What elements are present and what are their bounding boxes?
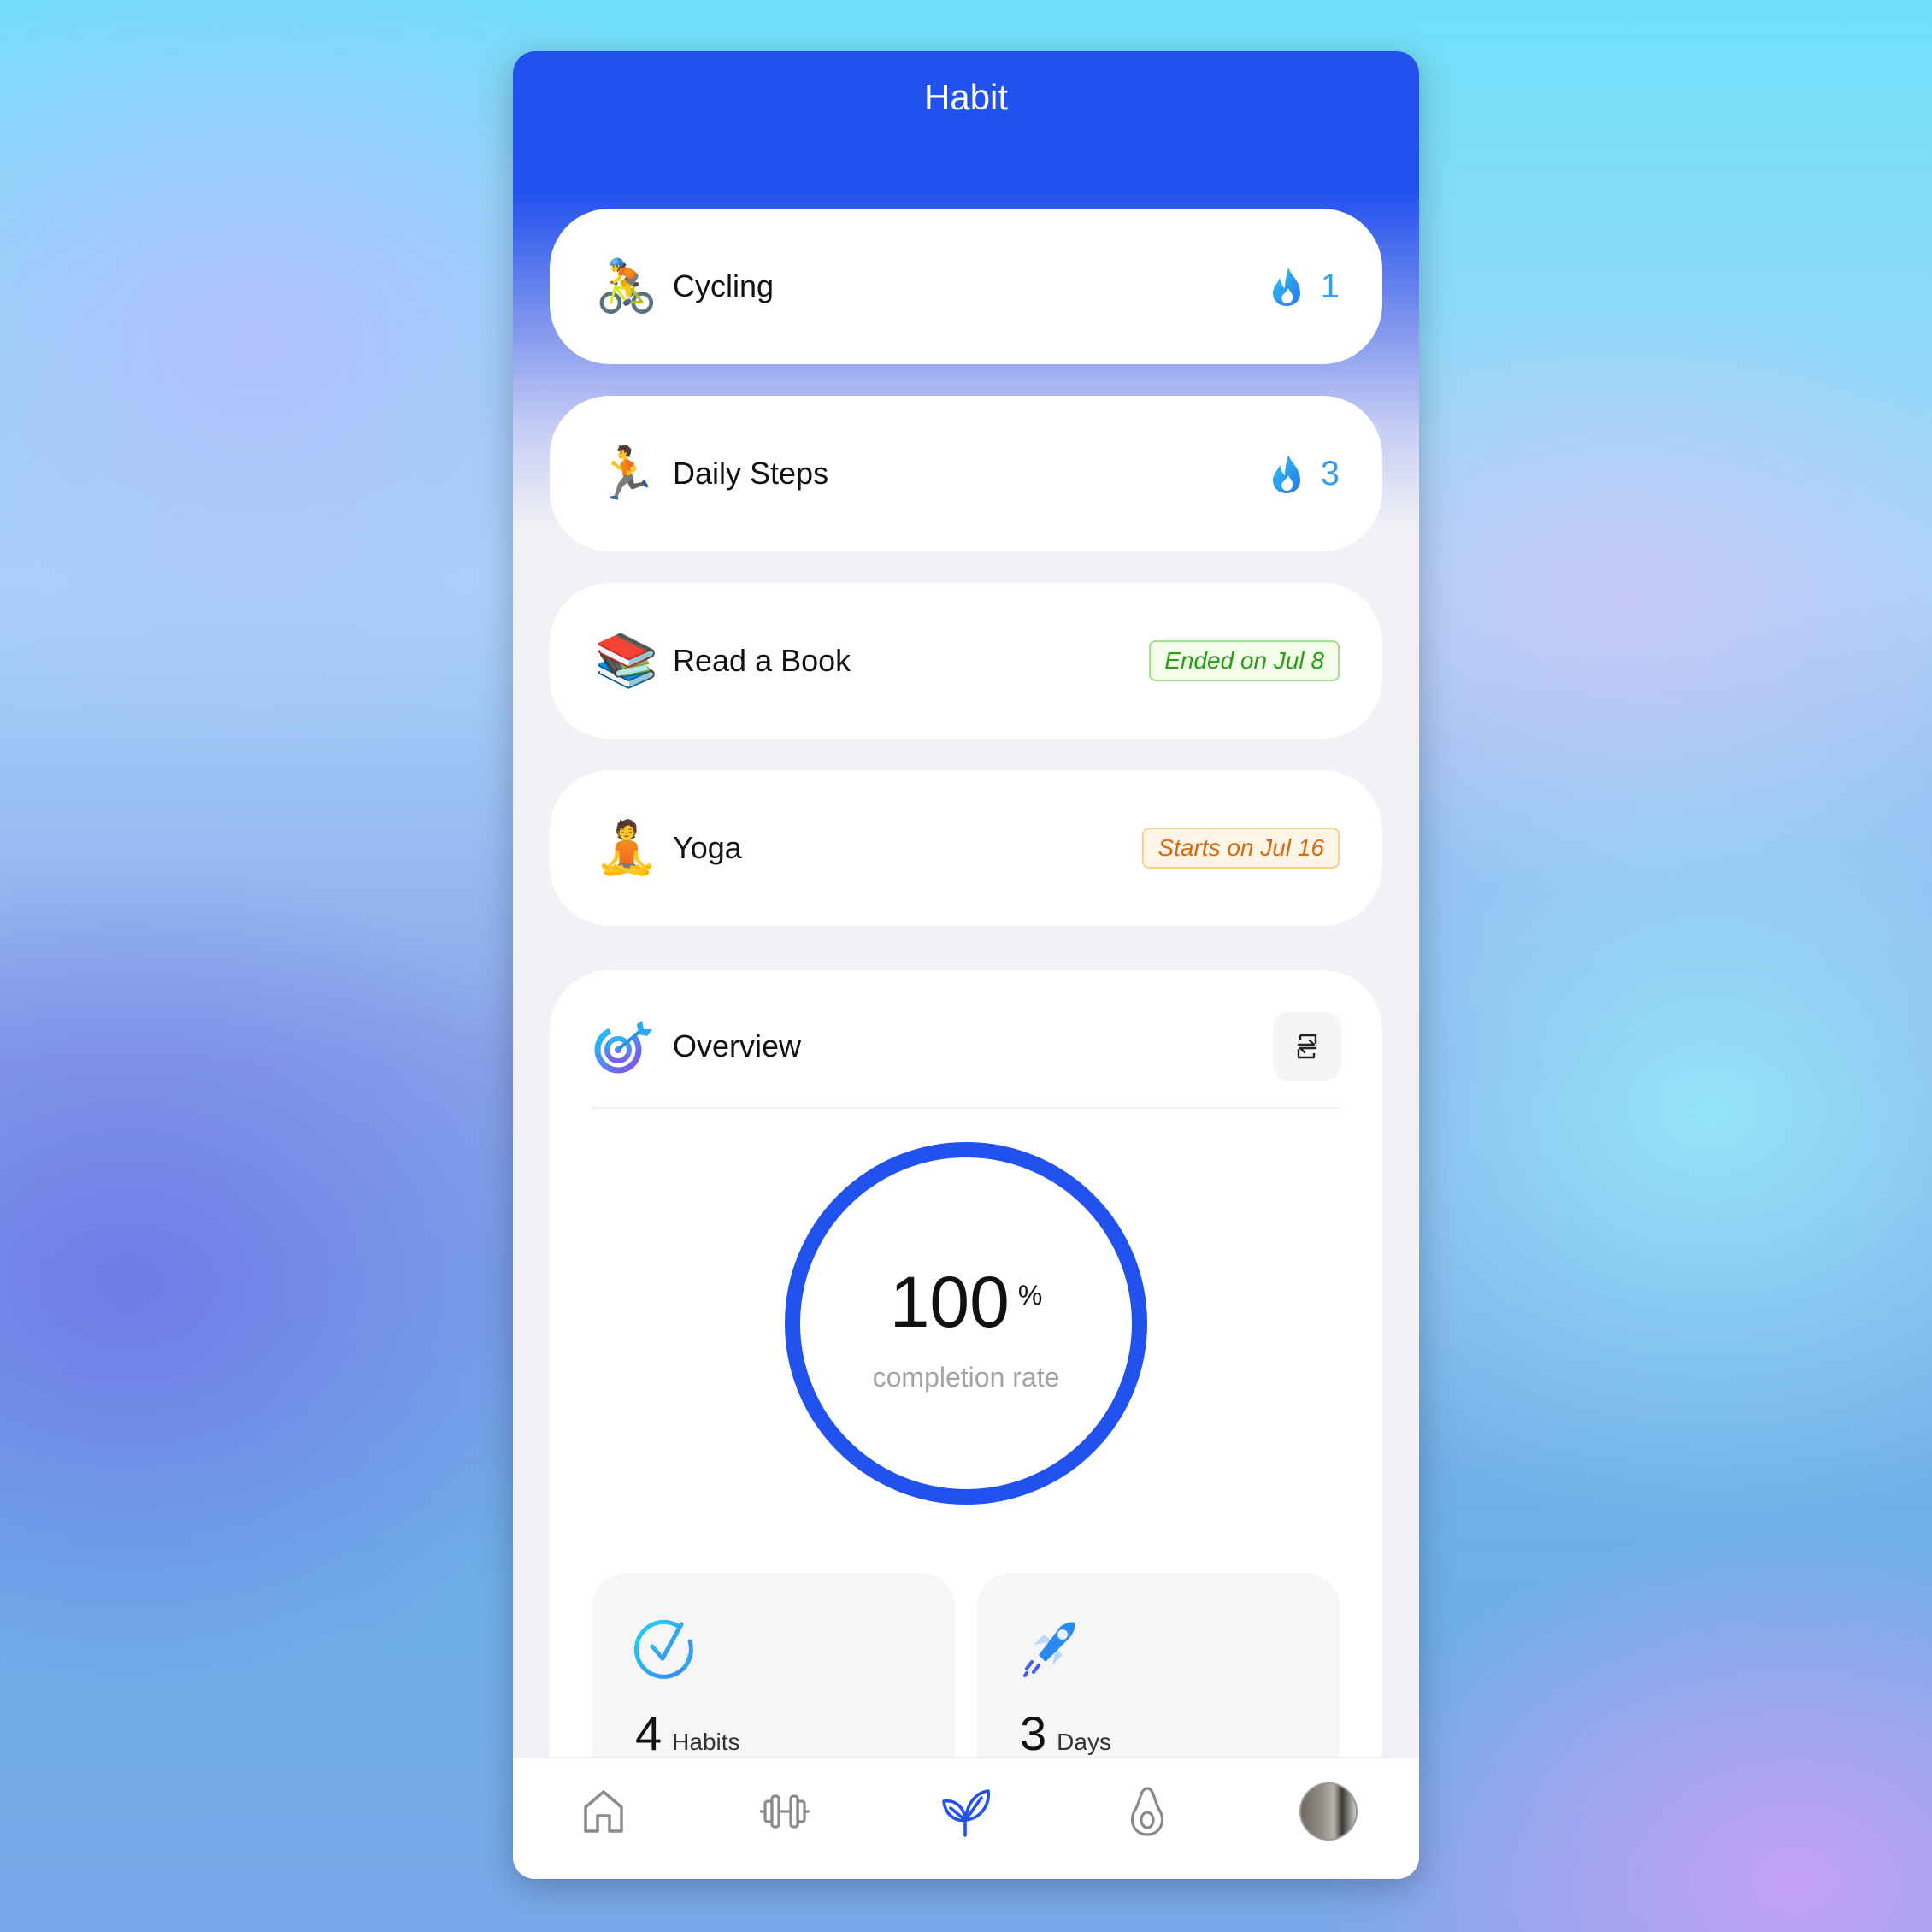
running-icon: 🏃 [594,445,659,502]
habit-name: Daily Steps [673,456,829,491]
habit-card-daily-steps[interactable]: 🏃 Daily Steps 3 [550,396,1382,551]
status-badge-upcoming: Starts on Jul 16 [1142,828,1340,869]
swap-button[interactable] [1273,1012,1341,1081]
status-badge-ended: Ended on Jul 8 [1149,640,1340,681]
yoga-icon: 🧘 [594,819,659,876]
habit-card-yoga[interactable]: 🧘 Yoga Starts on Jul 16 [550,770,1382,926]
stat-value: 4 [635,1706,663,1760]
overview-card: Overview 100% completion rate 4 Habits 3… [550,970,1382,1879]
swap-icon [1297,1034,1317,1059]
habit-name: Yoga [673,830,742,865]
nav-item-habit[interactable] [915,1769,1017,1854]
streak-count: 3 [1320,454,1340,492]
home-icon [584,1790,623,1833]
phone-screen: Habit 🚴 Cycling 1 🏃 Daily Steps 3 📚 Read… [513,51,1419,1879]
overview-header: Overview [592,1011,1341,1081]
completion-value: 100% [784,1261,1148,1344]
stat-line: 4 Habits [635,1705,740,1761]
completion-label: completion rate [872,1362,1060,1393]
completion-unit: % [1017,1280,1043,1311]
nav-item-profile[interactable] [1277,1769,1380,1854]
habit-card-read-a-book[interactable]: 📚 Read a Book Ended on Jul 8 [550,583,1382,739]
completion-ring: 100% completion rate [784,1141,1148,1505]
streak-indicator: 3 [1269,453,1340,494]
check-circle-icon [633,1619,693,1679]
streak-indicator: 1 [1269,266,1340,307]
avocado-icon [1130,1787,1164,1836]
habit-card-cycling[interactable]: 🚴 Cycling 1 [550,209,1382,364]
divider [592,1107,1341,1109]
flame-icon [1272,268,1300,306]
page-title: Habit [923,77,1009,117]
stat-line: 3 Days [1020,1705,1111,1761]
flame-icon [1272,455,1300,493]
nav-item-home[interactable] [552,1769,655,1854]
avatar [1299,1782,1358,1841]
dumbbell-icon [760,1794,810,1829]
stat-unit: Habits [672,1729,740,1755]
stat-unit: Days [1057,1729,1111,1755]
streak-count: 1 [1320,267,1340,305]
overview-title: Overview [673,1028,802,1063]
rocket-icon [1023,1622,1075,1677]
nav-item-workout[interactable] [733,1769,836,1854]
target-icon [594,1021,652,1074]
nav-item-nutrition[interactable] [1096,1769,1199,1854]
stat-value: 3 [1020,1706,1047,1760]
completion-number: 100 [889,1262,1010,1342]
habit-name: Cycling [673,268,775,303]
books-icon: 📚 [594,632,659,689]
bottom-nav [513,1757,1419,1879]
cycling-icon: 🚴 [594,257,659,315]
habit-name: Read a Book [673,643,851,678]
sprout-icon [942,1789,990,1837]
